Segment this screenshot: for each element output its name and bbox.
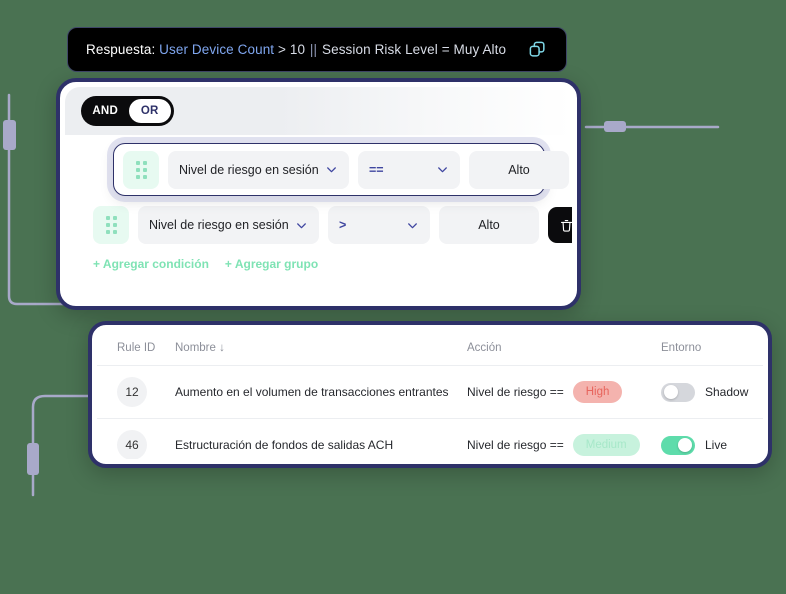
condition-field-select[interactable]: Nivel de riesgo en sesión: [138, 206, 319, 244]
cell-nombre: Estructuración de fondos de salidas ACH: [175, 438, 394, 452]
expression-value: 10: [289, 42, 306, 57]
condition-row[interactable]: Nivel de riesgo en sesión == Alto: [113, 143, 569, 196]
expression-second-clause: Session Risk Level = Muy Alto: [322, 42, 507, 57]
drag-handle-icon[interactable]: [123, 150, 159, 189]
add-condition-link[interactable]: + Agregar condición: [93, 257, 209, 271]
rule-builder-inner: AND OR Nivel de riesgo en sesión == Alto…: [65, 87, 572, 301]
condition-value-text: Alto: [478, 218, 500, 232]
condition-operator-value: >: [339, 218, 347, 232]
rules-table-inner: Rule ID Nombre ↓ Acción Entorno 12 Aumen…: [97, 330, 763, 459]
rule-builder-body: Nivel de riesgo en sesión == Alto Nivel …: [65, 135, 572, 271]
canvas: Respuesta: User Device Count > 10 || Ses…: [0, 0, 786, 594]
logic-toggle-and[interactable]: AND: [84, 99, 127, 123]
environment-toggle[interactable]: [661, 382, 695, 402]
wire-node-left-upper: [3, 120, 16, 150]
drag-handle-icon[interactable]: [93, 206, 129, 244]
table-header-row: Rule ID Nombre ↓ Acción Entorno: [97, 330, 763, 366]
copy-icon: [529, 41, 545, 57]
logic-toggle-or[interactable]: OR: [128, 99, 171, 123]
condition-field-select[interactable]: Nivel de riesgo en sesión: [168, 150, 349, 189]
status-badge: Medium: [572, 434, 640, 456]
wire-node-right: [604, 121, 626, 132]
rules-table-body: 12 Aumento en el volumen de transaccione…: [97, 365, 763, 460]
cell-accion: Nivel de riesgo == High: [467, 365, 661, 419]
status-badge: High: [572, 381, 623, 403]
column-header-nombre[interactable]: Nombre ↓: [175, 330, 467, 366]
chevron-down-icon: [297, 222, 306, 228]
expression-field: User Device Count: [159, 42, 275, 57]
action-condition-text: Nivel de riesgo ==: [467, 438, 564, 452]
environment-label: Live: [705, 438, 728, 452]
action-wrapper: Nivel de riesgo == High: [467, 381, 661, 403]
table-row[interactable]: 12 Aumento en el volumen de transaccione…: [97, 365, 763, 419]
rule-id-badge: 12: [117, 377, 147, 407]
environment-toggle[interactable]: [661, 435, 695, 455]
environment-label: Shadow: [705, 385, 749, 399]
environment-wrapper: Live: [661, 435, 763, 455]
expression-operator: >: [274, 42, 290, 57]
column-header-rule-id: Rule ID: [97, 330, 175, 366]
rule-id-badge: 46: [117, 430, 147, 459]
logic-operator-toggle[interactable]: AND OR: [81, 96, 174, 126]
cell-entorno: Live: [661, 419, 763, 460]
condition-operator-select[interactable]: >: [328, 206, 430, 244]
toggle-knob: [664, 385, 678, 399]
cell-accion: Nivel de riesgo == Medium: [467, 419, 661, 460]
rule-builder-card: AND OR Nivel de riesgo en sesión == Alto…: [56, 78, 581, 310]
rule-builder-header: AND OR: [65, 87, 572, 135]
action-wrapper: Nivel de riesgo == Medium: [467, 434, 661, 456]
expression-text: Respuesta: User Device Count > 10 || Ses…: [86, 42, 522, 57]
cell-rule-id: 46: [97, 419, 175, 459]
drag-dots: [105, 216, 117, 234]
chevron-down-icon: [408, 222, 417, 228]
rules-table-card: Rule ID Nombre ↓ Acción Entorno 12 Aumen…: [88, 321, 772, 468]
add-links: + Agregar condición + Agregar grupo: [93, 257, 318, 271]
rules-table-head: Rule ID Nombre ↓ Acción Entorno: [97, 330, 763, 366]
condition-field-value: Nivel de riesgo en sesión: [179, 162, 319, 177]
condition-field-value: Nivel de riesgo en sesión: [149, 218, 289, 232]
expression-bar: Respuesta: User Device Count > 10 || Ses…: [67, 27, 567, 72]
cell-nombre: Aumento en el volumen de transacciones e…: [175, 365, 467, 419]
condition-operator-value: ==: [369, 162, 384, 177]
condition-value-input[interactable]: Alto: [469, 150, 569, 189]
add-group-link[interactable]: + Agregar grupo: [225, 257, 318, 271]
column-header-entorno: Entorno: [661, 330, 763, 366]
condition-operator-select[interactable]: ==: [358, 150, 460, 189]
expression-label: Respuesta:: [86, 42, 156, 57]
delete-condition-button[interactable]: [548, 207, 572, 243]
action-condition-text: Nivel de riesgo ==: [467, 385, 564, 399]
rules-table: Rule ID Nombre ↓ Acción Entorno 12 Aumen…: [97, 330, 763, 459]
table-row[interactable]: 46 Estructuración de fondos de salidas A…: [97, 419, 763, 460]
chevron-down-icon: [327, 167, 336, 173]
condition-row[interactable]: Nivel de riesgo en sesión > Alto: [93, 205, 572, 245]
drag-dots: [135, 160, 147, 179]
copy-button[interactable]: [522, 35, 552, 65]
chevron-down-icon: [438, 167, 447, 173]
trash-icon: [560, 219, 572, 232]
cell-entorno: Shadow: [661, 365, 763, 419]
environment-wrapper: Shadow: [661, 382, 763, 402]
condition-value-text: Alto: [508, 162, 530, 177]
expression-separator: ||: [309, 42, 318, 57]
wire-node-left-lower: [27, 443, 39, 475]
column-header-accion: Acción: [467, 330, 661, 366]
cell-rule-id: 12: [97, 365, 175, 419]
condition-value-input[interactable]: Alto: [439, 206, 539, 244]
toggle-knob: [678, 438, 692, 452]
